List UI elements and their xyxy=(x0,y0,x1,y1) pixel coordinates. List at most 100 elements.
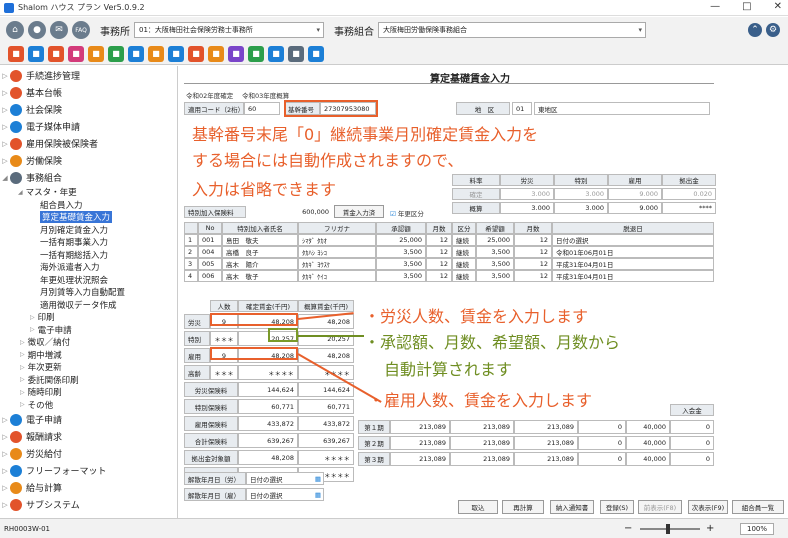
sidebar-item[interactable]: ▷ 雇用保険被保険者 xyxy=(0,135,177,152)
sidebar-item[interactable]: ▷ 手続進捗管理 xyxy=(0,67,177,84)
table-cell: 12 xyxy=(426,258,452,270)
rate-cell: 0.020 xyxy=(662,188,716,200)
sidebar-item[interactable]: ▷ 基本台帳 xyxy=(0,84,177,101)
sidebar-item[interactable]: ▷ フリーフォーマット xyxy=(0,462,177,479)
gear-icon[interactable]: ⚙ xyxy=(766,23,780,37)
action-button[interactable]: 次表示(F9) xyxy=(688,500,728,514)
window-icon[interactable]: ■ xyxy=(308,45,324,62)
table-cell[interactable]: 平成31年04月01日 xyxy=(552,270,714,282)
year-check[interactable]: ☑ 年更区分 xyxy=(390,208,424,218)
up-icon[interactable]: ⌃ xyxy=(748,23,762,37)
camera-icon[interactable]: ■ xyxy=(288,45,304,62)
sidebar-subitem-label: 一括有期総括入力 xyxy=(40,250,109,261)
sidebar-item[interactable]: ▷ 社会保険 xyxy=(0,101,177,118)
summary-estimate: 60,771 xyxy=(298,399,354,414)
sidebar-subitem[interactable]: 適用徴収データ作成 xyxy=(0,299,177,312)
sidebar-subitem[interactable]: 月別賃等入力自動配置 xyxy=(0,286,177,299)
sidebar-item[interactable]: ▷ その他 xyxy=(0,399,177,412)
office-select[interactable]: 01：大阪梅田社会保険労務士事務所 ▾ xyxy=(134,22,324,38)
folder-icon[interactable]: ■ xyxy=(268,45,284,62)
table-cell[interactable]: 令和01年06月01日 xyxy=(552,246,714,258)
person-icon[interactable]: ● xyxy=(28,21,46,39)
union-select[interactable]: 大阪梅田労働保険事務組合 ▾ xyxy=(378,22,646,38)
sidebar-subitem[interactable]: 組合員入力 xyxy=(0,199,177,212)
sidebar-item[interactable]: ◢ 事務組合 xyxy=(0,169,177,186)
person-icon[interactable]: ■ xyxy=(108,45,124,62)
users-icon[interactable]: ■ xyxy=(88,45,104,62)
action-button[interactable]: 登録(S) xyxy=(600,500,634,514)
checkbox-icon: ☑ xyxy=(390,210,396,218)
calendar-icon[interactable]: ▦ xyxy=(315,475,321,483)
action-button[interactable]: 組合員一覧 xyxy=(732,500,784,514)
sidebar-item[interactable]: ▷ 徴収／納付 xyxy=(0,336,177,349)
sidebar-subitem[interactable]: 海外派遣者入力 xyxy=(0,261,177,274)
faq-icon[interactable]: FAQ xyxy=(72,21,90,39)
table-cell[interactable]: 継続 xyxy=(452,246,476,258)
book-icon[interactable]: ■ xyxy=(8,45,24,62)
table-cell[interactable]: 継続 xyxy=(452,258,476,270)
sidebar-subgroup[interactable]: ▷ 印刷 xyxy=(0,311,177,324)
zoom-slider[interactable] xyxy=(640,524,700,534)
sidebar-subitem[interactable]: 算定基礎賃金入力 xyxy=(0,211,177,224)
maximize-button[interactable]: □ xyxy=(742,1,751,12)
sidebar-item[interactable]: ▷ 電子媒体申請 xyxy=(0,118,177,135)
title-bar: Shalom ハウス プラン Ver5.0.9.2 — □ ✕ xyxy=(0,0,788,16)
sidebar-subitem[interactable]: 年更処理状況照会 xyxy=(0,274,177,287)
dissolve-rousai-input[interactable]: 日付の選択 ▦ xyxy=(246,472,324,485)
chevron-right-icon: ▷ xyxy=(2,122,8,131)
sidebar-item[interactable]: ▷ 年次更新 xyxy=(0,361,177,374)
sidebar-subitem-label: 一括有期事業入力 xyxy=(40,238,109,249)
table-icon[interactable]: ■ xyxy=(128,45,144,62)
sidebar-subgroup[interactable]: ▷ 電子申請 xyxy=(0,324,177,337)
sidebar-subitem[interactable]: 一括有期事業入力 xyxy=(0,236,177,249)
action-button[interactable]: 取込 xyxy=(458,500,498,514)
action-button[interactable]: 再計算 xyxy=(502,500,544,514)
sidebar-item[interactable]: ▷ 労災給付 xyxy=(0,445,177,462)
edit-icon[interactable]: ■ xyxy=(228,45,244,62)
doc-icon[interactable]: ■ xyxy=(48,45,64,62)
hand-icon[interactable]: ■ xyxy=(208,45,224,62)
mail-icon[interactable]: ✉ xyxy=(50,21,68,39)
rate-cell: 3.000 xyxy=(554,188,608,200)
close-button[interactable]: ✕ xyxy=(774,1,782,12)
list-icon[interactable]: ■ xyxy=(28,45,44,62)
table-cell[interactable]: 平成31年04月01日 xyxy=(552,258,714,270)
summary-label: 労災保険料 xyxy=(184,382,238,397)
sidebar-item[interactable]: ▷ 期中増減 xyxy=(0,349,177,362)
chart-icon[interactable]: ■ xyxy=(68,45,84,62)
sidebar-item[interactable]: ▷ サブシステム xyxy=(0,496,177,513)
zoom-out-button[interactable]: − xyxy=(624,523,632,534)
table-cell[interactable]: 継続 xyxy=(452,234,476,246)
sidebar-subitem[interactable]: 月別確定賃金入力 xyxy=(0,224,177,237)
sidebar-item[interactable]: ▷ 委託関係印刷 xyxy=(0,374,177,387)
sidebar-item-label: 基本台帳 xyxy=(26,89,63,99)
table-header: 区分 xyxy=(452,222,476,234)
user-card-icon[interactable]: ■ xyxy=(148,45,164,62)
zoom-thumb[interactable] xyxy=(666,524,670,534)
home-icon[interactable]: ⌂ xyxy=(6,21,24,39)
action-button[interactable]: 前表示(F8) xyxy=(638,500,682,514)
rate-cell: 確定 xyxy=(452,188,500,200)
minimize-button[interactable]: — xyxy=(710,1,720,12)
sidebar-item[interactable]: ▷ 報酬請求 xyxy=(0,428,177,445)
table-cell[interactable]: 日付の選択 xyxy=(552,234,714,246)
sidebar-item[interactable]: ▷ 給与計算 xyxy=(0,479,177,496)
action-button[interactable]: 納入通知書 xyxy=(550,500,594,514)
sidebar-group[interactable]: ◢ マスタ・年更 xyxy=(0,186,177,199)
calendar-icon[interactable]: ■ xyxy=(168,45,184,62)
table-cell: 1 xyxy=(184,234,198,246)
map-icon[interactable]: ■ xyxy=(248,45,264,62)
window-title: Shalom ハウス プラン Ver5.0.9.2 xyxy=(18,3,145,12)
wage-entered-button[interactable]: 賃金入力済 xyxy=(334,205,384,218)
calendar-icon[interactable]: ▦ xyxy=(315,491,321,499)
sidebar-subitem[interactable]: 一括有期総括入力 xyxy=(0,249,177,262)
yen-icon[interactable]: ■ xyxy=(188,45,204,62)
sidebar-item[interactable]: ▷ 随時印刷 xyxy=(0,386,177,399)
period-cell: 0 xyxy=(670,420,714,434)
sidebar-item[interactable]: ▷ 労働保険 xyxy=(0,152,177,169)
apply-code-input[interactable]: 60 xyxy=(244,102,280,115)
sidebar-item[interactable]: ▷ 電子申請 xyxy=(0,411,177,428)
table-cell[interactable]: 継続 xyxy=(452,270,476,282)
zoom-in-button[interactable]: + xyxy=(706,523,714,534)
dissolve-koyou-input[interactable]: 日付の選択 ▦ xyxy=(246,488,324,501)
